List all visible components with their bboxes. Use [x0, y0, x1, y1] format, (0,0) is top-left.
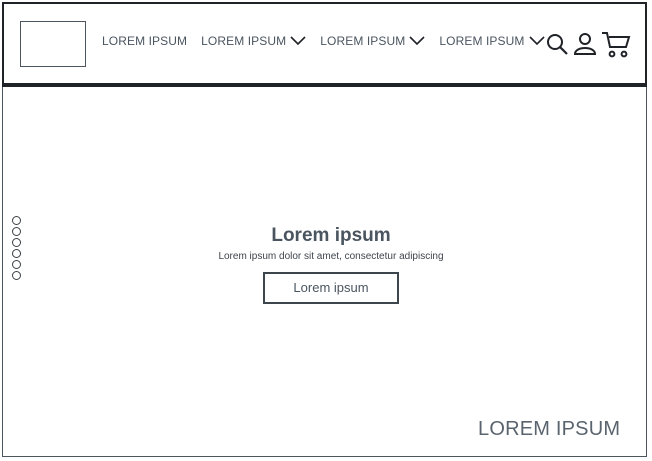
- carousel-dot[interactable]: [12, 260, 21, 269]
- nav-item-2[interactable]: LOREM IPSUM: [201, 34, 306, 48]
- nav-item-label: LOREM IPSUM: [102, 34, 188, 48]
- carousel-dot[interactable]: [12, 216, 21, 225]
- carousel-dot[interactable]: [12, 271, 21, 280]
- chevron-down-icon: [290, 36, 306, 46]
- main-nav: LOREM IPSUM LOREM IPSUM LOREM IPSUM LORE…: [102, 34, 559, 48]
- cart-icon[interactable]: [601, 30, 631, 63]
- hero-cta-button[interactable]: Lorem ipsum: [263, 272, 399, 304]
- nav-item-label: LOREM IPSUM: [439, 34, 525, 48]
- chevron-down-icon: [409, 36, 425, 46]
- nav-item-4[interactable]: LOREM IPSUM: [439, 34, 545, 48]
- hero-title: Lorem ipsum: [271, 225, 391, 246]
- carousel-dot[interactable]: [12, 227, 21, 236]
- user-icon[interactable]: [573, 32, 597, 61]
- carousel-dots: [12, 216, 24, 282]
- header-icons: [545, 30, 635, 63]
- nav-item-label: LOREM IPSUM: [201, 34, 287, 48]
- logo-placeholder[interactable]: [20, 21, 86, 67]
- search-icon[interactable]: [545, 32, 569, 61]
- chevron-down-icon: [528, 36, 545, 46]
- hero-section: Lorem ipsum Lorem ipsum dolor sit amet, …: [190, 224, 472, 304]
- carousel-dot[interactable]: [12, 249, 21, 258]
- footer-label: LOREM IPSUM: [478, 418, 621, 440]
- hero-subtitle: Lorem ipsum dolor sit amet, consectetur …: [218, 251, 444, 262]
- nav-item-label: LOREM IPSUM: [320, 34, 406, 48]
- carousel-dot[interactable]: [12, 238, 21, 247]
- nav-item-3[interactable]: LOREM IPSUM: [320, 34, 425, 48]
- nav-item-1[interactable]: LOREM IPSUM: [102, 34, 187, 48]
- header-divider: [2, 85, 647, 87]
